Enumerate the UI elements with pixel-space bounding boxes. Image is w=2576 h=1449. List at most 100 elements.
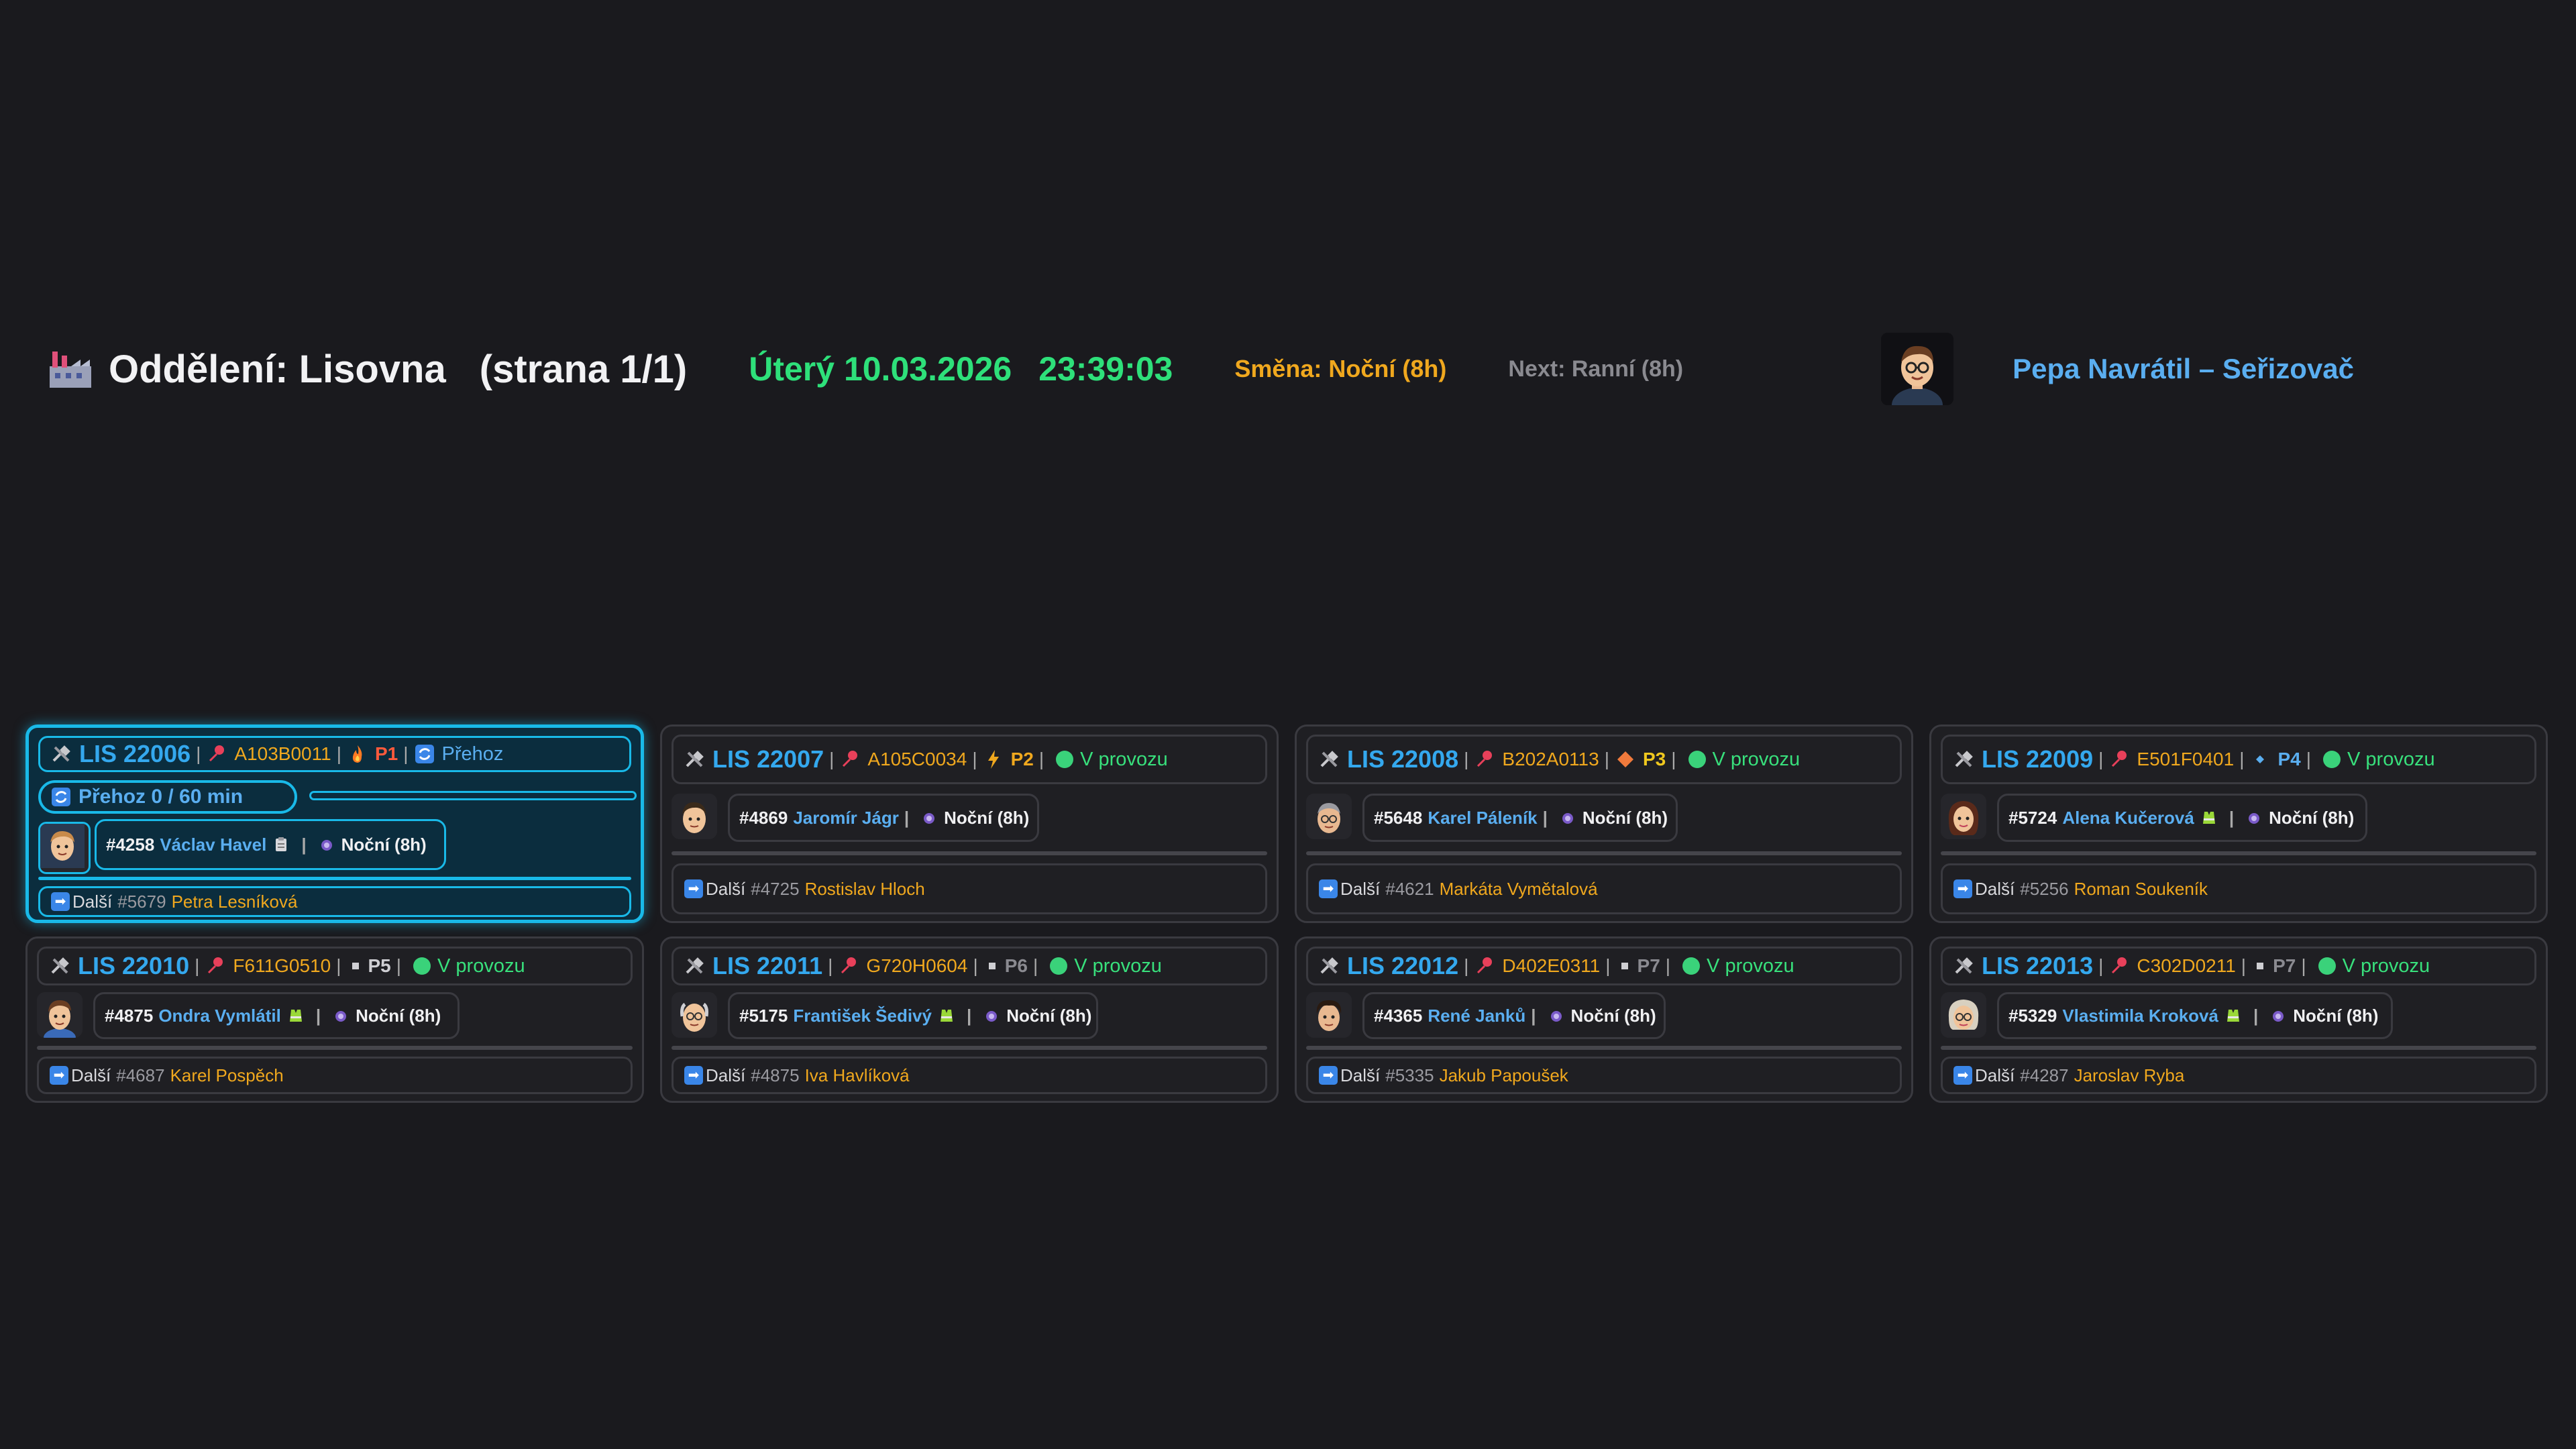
current-shift: Směna: Noční (8h) bbox=[1234, 355, 1447, 382]
tools-icon bbox=[1320, 957, 1338, 974]
next-arrow-icon: ➡ bbox=[684, 1066, 703, 1085]
next-arrow-icon: ➡ bbox=[1319, 879, 1338, 898]
priority-label: P7 bbox=[2273, 955, 2296, 976]
department-title: Oddělení: Lisovna bbox=[109, 347, 446, 391]
machine-card[interactable]: LIS 22012 | D402E0311 | P7 | V provozu #… bbox=[1295, 936, 1913, 1103]
operator-number: #4258 bbox=[106, 834, 155, 855]
machine-id: LIS 22006 bbox=[79, 740, 191, 767]
card-divider bbox=[37, 1046, 633, 1050]
fire-icon bbox=[352, 745, 362, 763]
machine-status: V provozu bbox=[1712, 748, 1801, 770]
next-label: Další bbox=[71, 1065, 111, 1085]
operator-avatar bbox=[1941, 794, 1986, 839]
operator-info[interactable]: #4258 Václav Havel | Noční (8h) bbox=[95, 819, 446, 870]
operator-number: #4875 bbox=[105, 1005, 154, 1026]
next-operator-row: ➡ Další #5256 Roman Soukeník bbox=[1941, 863, 2536, 914]
status-running-icon bbox=[413, 957, 431, 975]
page-header: Oddělení: Lisovna (strana 1/1) Úterý 10.… bbox=[47, 329, 2529, 409]
machine-header-row: LIS 22006 | A103B0011 | P1 | Přehoz bbox=[38, 736, 631, 772]
priority-label: P2 bbox=[1010, 749, 1034, 769]
operator-info[interactable]: #4869 Jaromír Jágr | Noční (8h) bbox=[728, 794, 1039, 842]
user-avatar[interactable] bbox=[1881, 333, 1954, 405]
machine-status: V provozu bbox=[2342, 955, 2430, 977]
part-number: G720H0604 bbox=[866, 955, 968, 976]
next-operator-name: Petra Lesníková bbox=[171, 891, 298, 912]
machine-header-row: LIS 22011 | G720H0604 | P6 | V provozu bbox=[672, 947, 1267, 985]
operator-info[interactable]: #4875 Ondra Vymlátil | Noční (8h) bbox=[93, 992, 460, 1039]
operator-info[interactable]: #5175 František Šedivý | Noční (8h) bbox=[728, 992, 1098, 1039]
card-divider bbox=[1941, 1046, 2536, 1050]
next-label: Další bbox=[1975, 878, 2015, 899]
operator-info[interactable]: #5329 Vlastimila Kroková | Noční (8h) bbox=[1997, 992, 2393, 1039]
machine-card[interactable]: LIS 22006 | A103B0011 | P1 | Přehoz Přeh… bbox=[25, 724, 644, 923]
operator-name: Karel Páleník bbox=[1428, 807, 1538, 828]
operator-info[interactable]: #5724 Alena Kučerová | Noční (8h) bbox=[1997, 794, 2367, 842]
operator-name: Ondra Vymlátil bbox=[158, 1005, 281, 1026]
card-divider bbox=[672, 851, 1267, 855]
safety-vest-icon bbox=[940, 1010, 953, 1022]
machine-card[interactable]: LIS 22007 | A105C0034 | P2 | V provozu #… bbox=[660, 724, 1279, 923]
safety-vest-icon bbox=[2226, 1010, 2239, 1022]
page-indicator: (strana 1/1) bbox=[479, 347, 688, 391]
operator-name: Vlastimila Kroková bbox=[2062, 1005, 2218, 1026]
part-number: F611G0510 bbox=[233, 955, 331, 976]
square-icon bbox=[988, 963, 996, 969]
status-running-icon bbox=[1050, 957, 1068, 975]
card-divider bbox=[1306, 1046, 1902, 1050]
next-operator-row: ➡ Další #4621 Markáta Vymětalová bbox=[1306, 863, 1902, 914]
operator-number: #4869 bbox=[739, 807, 788, 828]
machine-status: V provozu bbox=[1074, 955, 1162, 977]
next-operator-number: #5256 bbox=[2020, 878, 2069, 899]
operator-name: Alena Kučerová bbox=[2062, 807, 2194, 828]
status-running-icon bbox=[2323, 751, 2341, 768]
machine-card[interactable]: LIS 22008 | B202A0113 | P3 | V provozu #… bbox=[1295, 724, 1913, 923]
pushpin-icon bbox=[2112, 957, 2127, 974]
operator-avatar bbox=[37, 992, 83, 1038]
operator-avatar bbox=[1306, 794, 1352, 839]
next-operator-row: ➡ Další #5335 Jakub Papoušek bbox=[1306, 1057, 1902, 1094]
operator-shift: Noční (8h) bbox=[1006, 1005, 1092, 1026]
operator-avatar bbox=[38, 822, 91, 874]
operator-avatar bbox=[1306, 992, 1352, 1038]
next-operator-name: Jakub Papoušek bbox=[1439, 1065, 1568, 1085]
priority-label: P1 bbox=[374, 743, 398, 764]
factory-icon bbox=[50, 352, 91, 388]
part-number: B202A0113 bbox=[1502, 749, 1599, 769]
user-name[interactable]: Pepa Navrátil – Seřizovač bbox=[2012, 353, 2354, 385]
card-divider bbox=[672, 1046, 1267, 1050]
operator-shift: Noční (8h) bbox=[1570, 1005, 1656, 1026]
operator-name: Jaromír Jágr bbox=[793, 807, 899, 828]
status-running-icon bbox=[1682, 957, 1701, 975]
machine-card[interactable]: LIS 22009 | E501F0401 | P4 | V provozu #… bbox=[1929, 724, 2548, 923]
machine-id: LIS 22007 bbox=[712, 745, 824, 773]
night-shift-icon bbox=[321, 840, 332, 851]
changeover-icon bbox=[52, 788, 70, 806]
square-icon bbox=[352, 963, 359, 969]
machine-card[interactable]: LIS 22010 | F611G0510 | P5 | V provozu #… bbox=[25, 936, 644, 1103]
night-shift-icon bbox=[2249, 813, 2260, 824]
changeover-label: Přehoz 0 / 60 min bbox=[38, 780, 297, 814]
tools-icon bbox=[52, 745, 70, 762]
next-operator-row: ➡ Další #4725 Rostislav Hloch bbox=[672, 863, 1267, 914]
tools-icon bbox=[686, 957, 704, 974]
machine-card[interactable]: LIS 22011 | G720H0604 | P6 | V provozu #… bbox=[660, 936, 1279, 1103]
machine-id: LIS 22009 bbox=[1982, 745, 2094, 773]
next-operator-number: #4725 bbox=[751, 878, 800, 899]
operator-avatar bbox=[672, 794, 717, 839]
part-number: D402E0311 bbox=[1502, 955, 1601, 976]
night-shift-icon bbox=[1562, 813, 1573, 824]
operator-info[interactable]: #5648 Karel Páleník | Noční (8h) bbox=[1362, 794, 1678, 842]
machine-header-row: LIS 22009 | E501F0401 | P4 | V provozu bbox=[1941, 735, 2536, 784]
tools-icon bbox=[686, 751, 704, 767]
card-divider bbox=[1306, 851, 1902, 855]
night-shift-icon bbox=[1550, 1011, 1562, 1022]
machine-card[interactable]: LIS 22013 | C302D0211 | P7 | V provozu #… bbox=[1929, 936, 2548, 1103]
operator-shift: Noční (8h) bbox=[2293, 1005, 2379, 1026]
next-arrow-icon: ➡ bbox=[1953, 1066, 1972, 1085]
next-operator-number: #4287 bbox=[2020, 1065, 2069, 1085]
operator-info[interactable]: #4365 René Janků | Noční (8h) bbox=[1362, 992, 1666, 1039]
next-operator-row: ➡ Další #4687 Karel Pospěch bbox=[37, 1057, 633, 1094]
next-label: Další bbox=[706, 878, 746, 899]
operator-number: #4365 bbox=[1374, 1005, 1423, 1026]
status-running-icon bbox=[2318, 957, 2336, 975]
